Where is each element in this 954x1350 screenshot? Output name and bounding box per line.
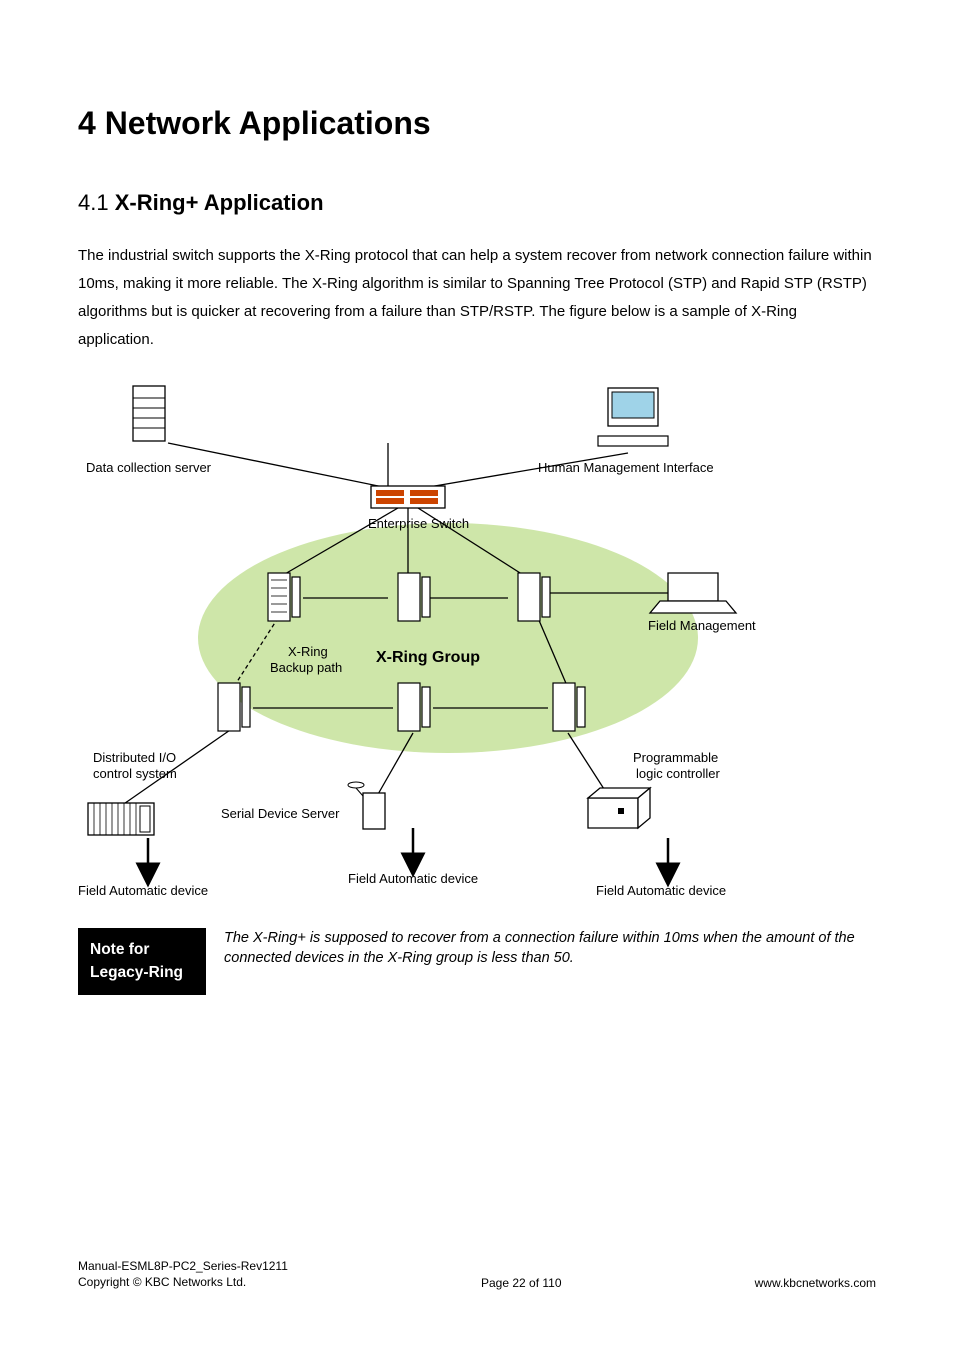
footer-manual: Manual-ESML8P-PC2_Series-Rev1211 [78, 1258, 288, 1274]
note-row: Note for Legacy-Ring The X-Ring+ is supp… [78, 928, 876, 995]
body-paragraph: The industrial switch supports the X-Rin… [78, 242, 876, 354]
label-enterprise-switch: Enterprise Switch [368, 516, 469, 532]
chapter-heading: 4 Network Applications [78, 105, 876, 142]
section-heading: 4.1 X-Ring+ Application [78, 190, 876, 216]
section-number: 4.1 [78, 190, 109, 215]
label-xring-group: X-Ring Group [376, 648, 480, 667]
label-programmable-1: Programmable [633, 750, 718, 766]
note-text: The X-Ring+ is supposed to recover from … [224, 928, 876, 968]
label-field-auto-center: Field Automatic device [348, 871, 478, 887]
label-distributed-io-1: Distributed I/O [93, 750, 176, 766]
label-programmable-2: logic controller [636, 766, 720, 782]
label-distributed-io-2: control system [93, 766, 177, 782]
label-field-auto-left: Field Automatic device [78, 883, 208, 899]
section-title: X-Ring+ Application [115, 190, 324, 215]
footer-url: www.kbcnetworks.com [755, 1276, 876, 1290]
footer-copyright: Copyright © KBC Networks Ltd. [78, 1274, 288, 1290]
label-serial-device-server: Serial Device Server [221, 806, 340, 822]
chapter-title: Network Applications [105, 105, 431, 141]
label-xring-backup-2: Backup path [270, 660, 342, 676]
label-field-management: Field Management [648, 618, 756, 634]
network-diagram: Data collection server Human Management … [78, 378, 876, 898]
label-xring-backup-1: X-Ring [288, 644, 328, 660]
note-heading-2: Legacy-Ring [90, 961, 194, 984]
note-box: Note for Legacy-Ring [78, 928, 206, 995]
footer-page: Page 22 of 110 [288, 1276, 755, 1290]
chapter-number: 4 [78, 105, 96, 141]
label-hmi: Human Management Interface [538, 460, 714, 476]
label-data-collection-server: Data collection server [86, 460, 211, 476]
note-heading-1: Note for [90, 938, 194, 961]
page-footer: Manual-ESML8P-PC2_Series-Rev1211 Copyrig… [78, 1258, 876, 1290]
label-field-auto-right: Field Automatic device [596, 883, 726, 899]
